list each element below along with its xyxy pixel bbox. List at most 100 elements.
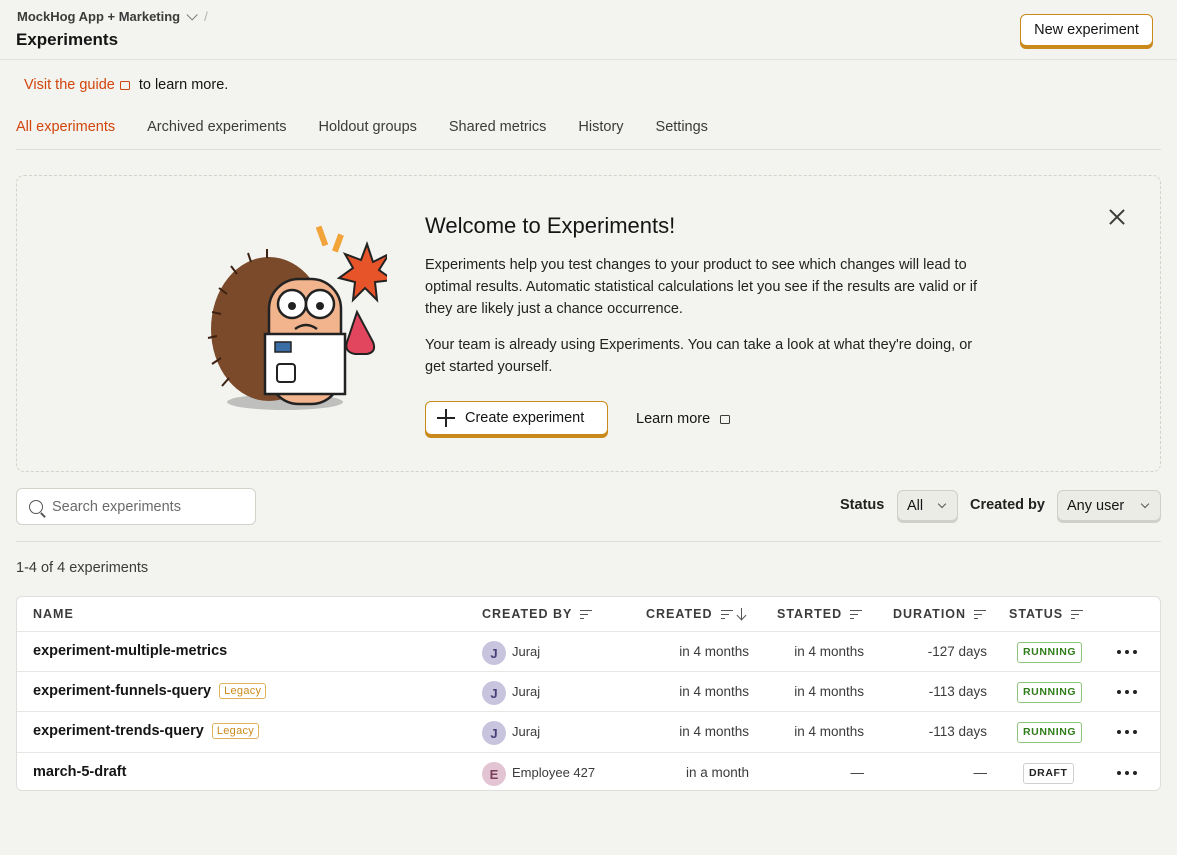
experiment-name-label[interactable]: march-5-draft xyxy=(33,764,126,780)
column-header-created[interactable]: CREATED xyxy=(646,597,747,631)
avatar: J xyxy=(482,681,506,705)
tab-shared-metrics[interactable]: Shared metrics xyxy=(449,117,547,150)
status-badge: RUNNING xyxy=(1017,682,1083,703)
search-icon xyxy=(29,499,43,514)
duration: — xyxy=(973,765,988,780)
duration: -113 days xyxy=(928,684,987,699)
avatar: J xyxy=(482,641,506,665)
guide-text: to learn more. xyxy=(138,77,229,93)
column-header-status[interactable]: STATUS xyxy=(1009,597,1084,631)
chevron-down-icon xyxy=(1140,499,1150,509)
learn-more-link[interactable]: Learn more xyxy=(636,411,731,427)
create-experiment-button[interactable]: Create experiment xyxy=(425,401,608,435)
experiment-name[interactable]: experiment-multiple-metrics xyxy=(33,643,227,659)
experiment-name[interactable]: experiment-funnels-query Legacy xyxy=(33,683,267,699)
search-box[interactable] xyxy=(16,488,256,525)
experiment-name-label[interactable]: experiment-trends-query xyxy=(33,723,204,739)
tab-settings[interactable]: Settings xyxy=(656,117,708,150)
experiment-name[interactable]: march-5-draft xyxy=(33,764,126,780)
column-header-duration[interactable]: DURATION xyxy=(893,597,987,631)
welcome-description: Experiments help you test changes to you… xyxy=(425,257,978,317)
column-header-name-label: NAME xyxy=(33,607,74,621)
creator-name: Juraj xyxy=(512,724,541,739)
tab-holdout-groups[interactable]: Holdout groups xyxy=(319,117,417,150)
started-date: in 4 months xyxy=(794,644,864,659)
more-options-icon[interactable] xyxy=(1117,771,1137,775)
external-link-icon xyxy=(119,80,130,90)
results-count: 1-4 of 4 experiments xyxy=(16,560,149,576)
created-date: in 4 months xyxy=(679,684,749,699)
tab-archived-experiments[interactable]: Archived experiments xyxy=(147,117,286,150)
started-date: in 4 months xyxy=(794,724,864,739)
legacy-badge: Legacy xyxy=(211,723,260,739)
created-by-select[interactable]: Any user xyxy=(1057,490,1161,521)
breadcrumb-project[interactable]: MockHog App + Marketing xyxy=(17,9,180,24)
status-select[interactable]: All xyxy=(897,490,958,521)
visit-guide-label[interactable]: Visit the guide xyxy=(24,77,115,93)
welcome-team-note: Your team is already using Experiments. … xyxy=(425,337,973,375)
sort-descending-arrow-icon xyxy=(737,608,747,620)
sort-icon[interactable] xyxy=(974,609,987,620)
page-title: Experiments xyxy=(16,30,119,49)
hedgehog-scientist-illustration xyxy=(207,225,387,410)
plus-icon xyxy=(437,409,455,427)
creator-name: Juraj xyxy=(512,644,541,659)
external-link-icon xyxy=(720,414,731,424)
status-filter-label: Status xyxy=(840,497,885,513)
top-bar: MockHog App + Marketing / Experiments Ne… xyxy=(0,0,1177,60)
duration: -113 days xyxy=(928,724,987,739)
guide-notice: Visit the guide to learn more. xyxy=(24,77,228,93)
avatar: E xyxy=(482,762,506,786)
experiment-name-label[interactable]: experiment-funnels-query xyxy=(33,683,211,699)
created-by-select-value[interactable]: Any user xyxy=(1067,498,1124,514)
status-select-value[interactable]: All xyxy=(907,498,923,514)
learn-more-label[interactable]: Learn more xyxy=(636,411,710,427)
column-header-created-label[interactable]: CREATED xyxy=(646,597,713,631)
column-header-duration-label[interactable]: DURATION xyxy=(893,597,966,631)
column-header-name: NAME xyxy=(33,597,74,631)
status-badge: RUNNING xyxy=(1017,722,1083,743)
chevron-down-icon[interactable] xyxy=(186,8,198,21)
created-date: in 4 months xyxy=(679,644,749,659)
tab-bar: All experiments Archived experiments Hol… xyxy=(16,117,1161,150)
search-input[interactable] xyxy=(52,498,242,515)
column-header-created-by[interactable]: CREATED BY xyxy=(482,597,593,631)
breadcrumb[interactable]: MockHog App + Marketing / xyxy=(17,8,208,24)
sort-icon[interactable] xyxy=(850,609,863,620)
welcome-title: Welcome to Experiments! xyxy=(425,213,676,238)
started-date: in 4 months xyxy=(794,684,864,699)
avatar: J xyxy=(482,721,506,745)
new-experiment-button[interactable]: New experiment xyxy=(1020,14,1153,46)
sort-icon[interactable] xyxy=(580,609,593,620)
table-row[interactable]: experiment-multiple-metrics J Juraj in 4… xyxy=(17,631,1160,671)
column-header-status-label[interactable]: STATUS xyxy=(1009,597,1063,631)
breadcrumb-separator: / xyxy=(204,9,208,24)
create-experiment-label: Create experiment xyxy=(465,410,585,426)
sort-icon[interactable] xyxy=(720,609,733,620)
duration: -127 days xyxy=(927,644,987,659)
sort-icon[interactable] xyxy=(1071,609,1084,620)
more-options-icon[interactable] xyxy=(1117,690,1137,694)
welcome-card: Welcome to Experiments! Experiments help… xyxy=(16,175,1161,472)
more-options-icon[interactable] xyxy=(1117,650,1137,654)
tab-all-experiments[interactable]: All experiments xyxy=(16,117,115,150)
chevron-down-icon xyxy=(937,499,947,509)
creator-name: Juraj xyxy=(512,684,541,699)
created-by-filter-label: Created by xyxy=(970,497,1045,513)
creator-name: Employee 427 xyxy=(512,765,596,780)
legacy-badge: Legacy xyxy=(219,683,267,699)
more-options-icon[interactable] xyxy=(1117,730,1137,734)
column-header-created-by-label[interactable]: CREATED BY xyxy=(482,597,572,631)
status-badge: RUNNING xyxy=(1017,642,1083,663)
tab-history[interactable]: History xyxy=(578,117,623,150)
visit-guide-link[interactable]: Visit the guide xyxy=(24,77,130,93)
close-icon[interactable] xyxy=(1109,209,1125,225)
table-row[interactable]: experiment-trends-query Legacy J Juraj i… xyxy=(17,711,1160,752)
experiment-name-label[interactable]: experiment-multiple-metrics xyxy=(33,643,227,659)
table-row[interactable]: experiment-funnels-query Legacy J Juraj … xyxy=(17,671,1160,711)
column-header-started-label[interactable]: STARTED xyxy=(777,597,842,631)
experiment-name[interactable]: experiment-trends-query Legacy xyxy=(33,723,260,739)
column-header-started[interactable]: STARTED xyxy=(777,597,863,631)
created-date: in 4 months xyxy=(679,724,749,739)
table-row[interactable]: march-5-draft E Employee 427 in a month … xyxy=(17,752,1160,790)
